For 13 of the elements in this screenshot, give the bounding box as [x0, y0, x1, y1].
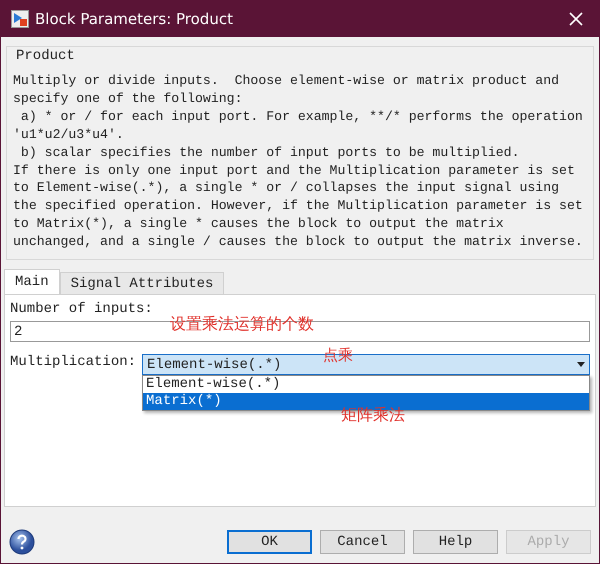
field-label: Number of inputs: [10, 301, 154, 318]
block-icon [11, 10, 29, 28]
help-icon[interactable] [9, 529, 35, 555]
tab[interactable]: Main [4, 269, 60, 294]
dialog-button[interactable]: OK [227, 530, 312, 554]
dropdown-option[interactable]: Element-wise(.*) [143, 376, 589, 394]
tab[interactable]: Signal Attributes [60, 272, 224, 294]
description-text: Multiply or divide inputs. Choose element-wise or matrix product and specify one of the following: a) * or / for each input port. For example, **/* performs the operation 'u1*u2/u3*u4'. b) scalar specifies the number of input ports to be multiplied. If there is only one input port and the Multiplication parameter is set to Element-wise(.*), a single * or / collapses the input signal using the specified operation. However, if the Multiplication parameter is set to Matrix(*), a single * causes the block to output the matrix unchanged, and a single / causes the block to output the matrix inverse. [13, 72, 584, 252]
close-icon[interactable] [569, 12, 583, 26]
dialog-button[interactable]: Help [413, 530, 498, 554]
field-label: Multiplication: [10, 354, 136, 370]
dialog-button[interactable]: Cancel [320, 530, 405, 554]
window-title: Block Parameters: Product [35, 10, 234, 28]
